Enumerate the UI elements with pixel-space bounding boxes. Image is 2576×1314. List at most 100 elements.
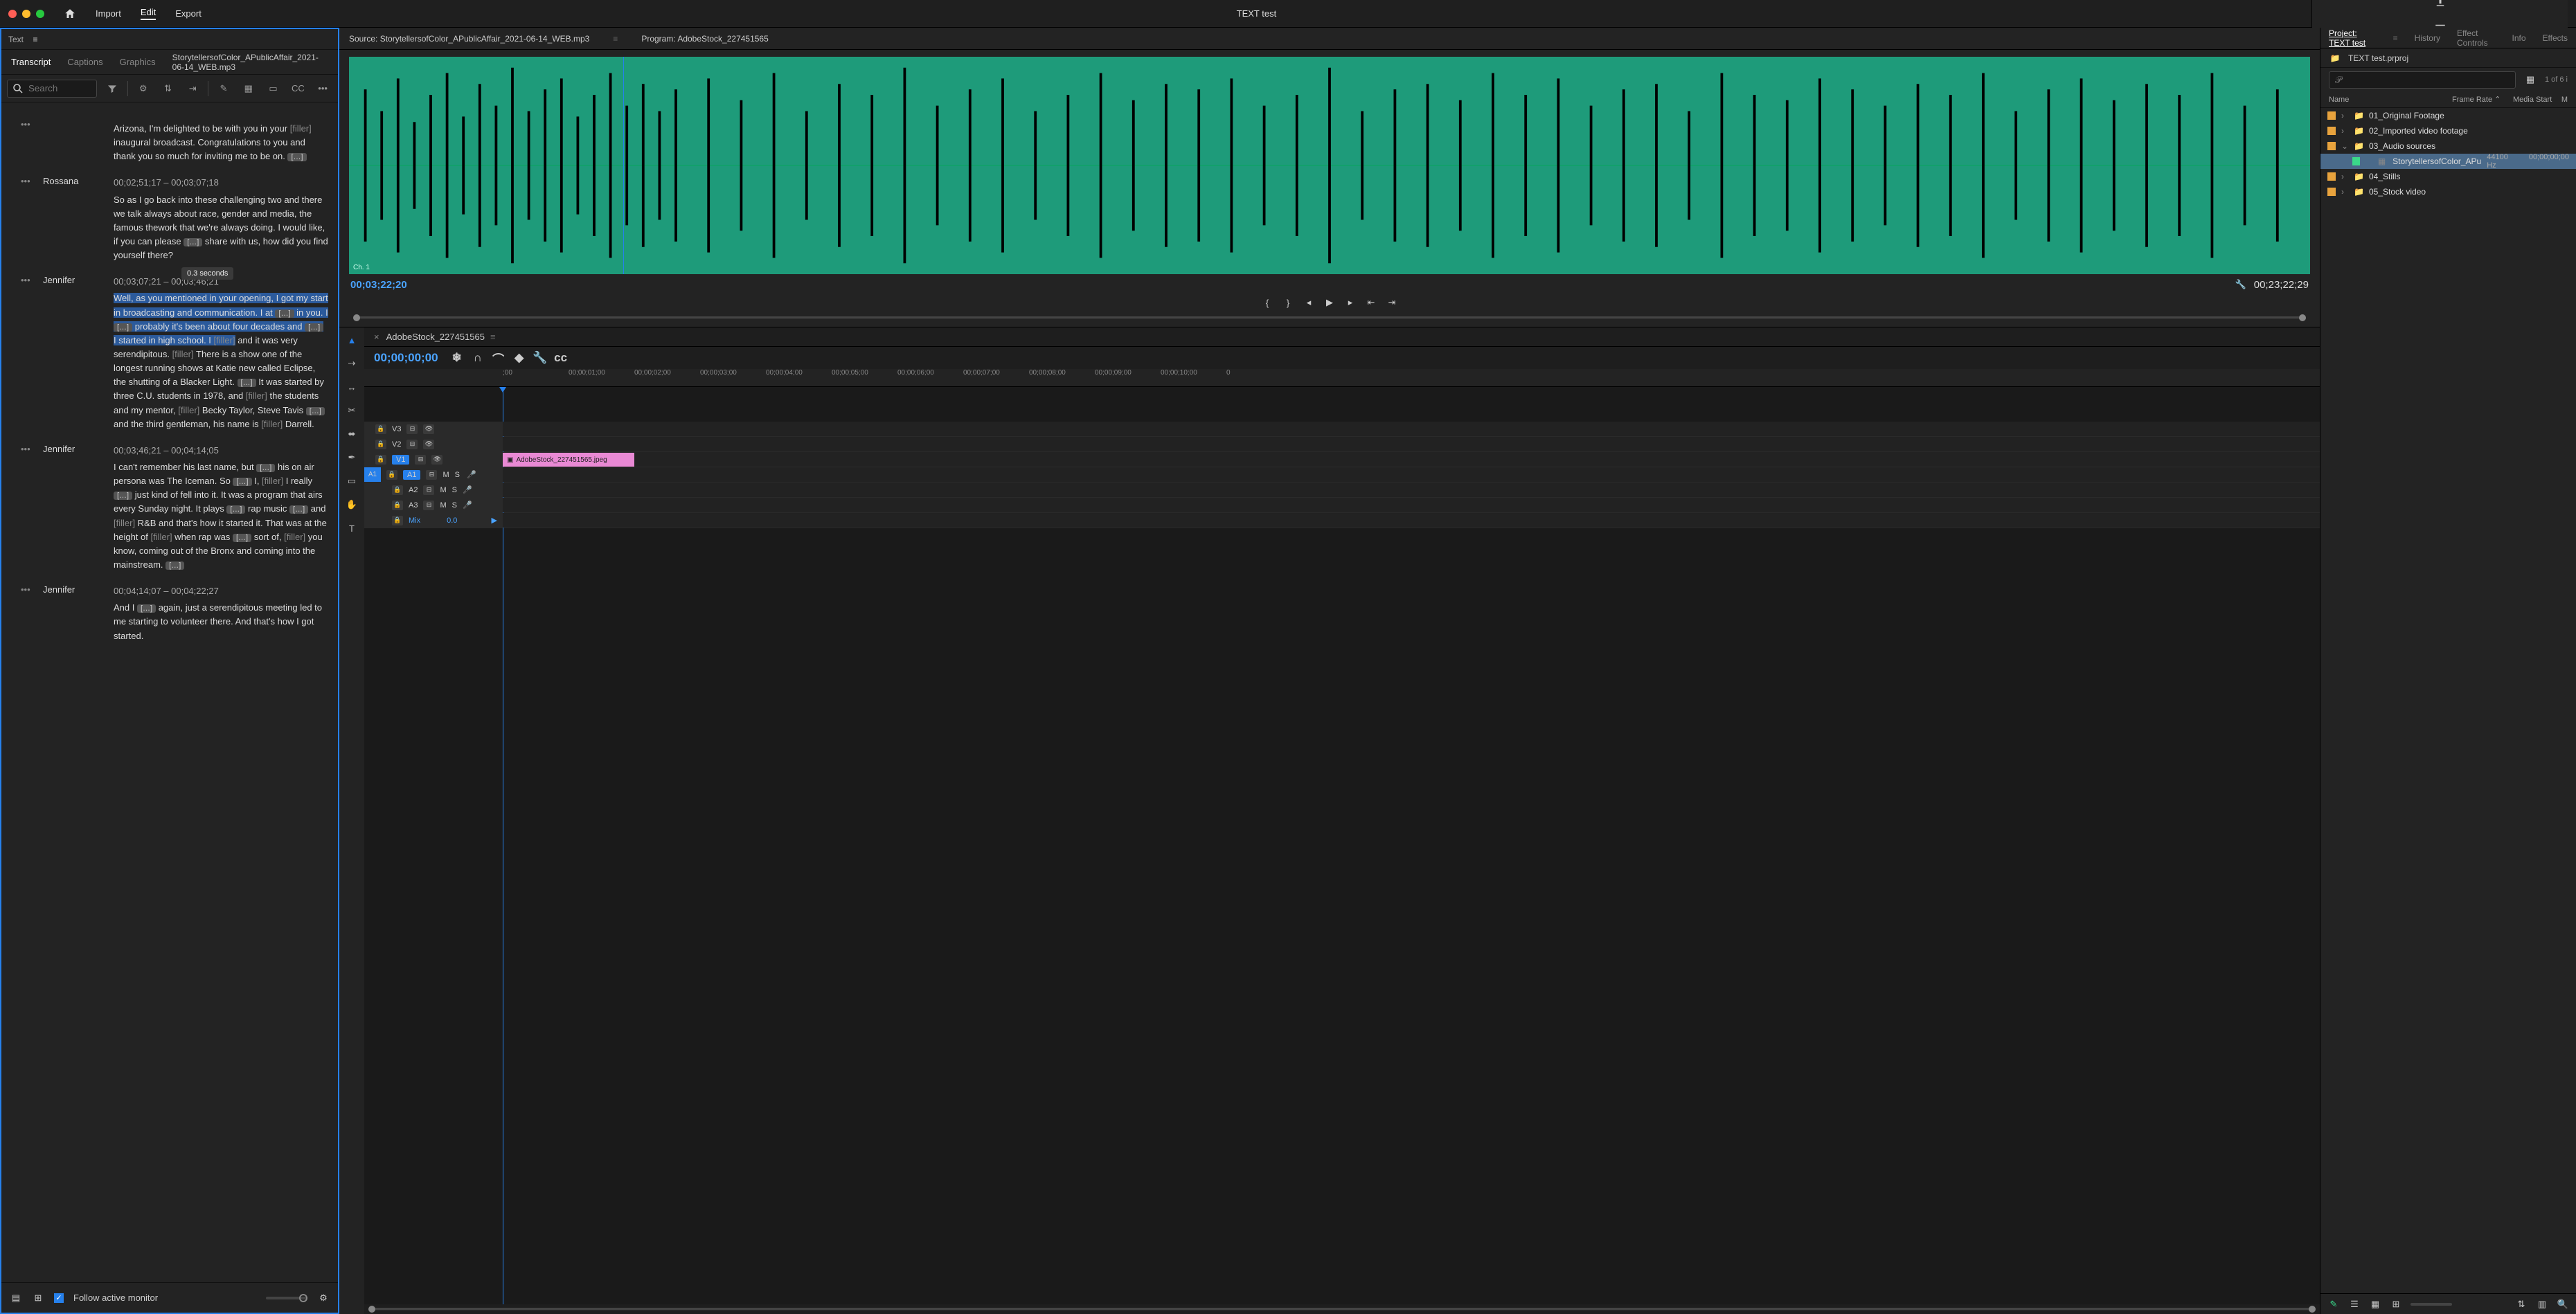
slip-tool-icon[interactable]: ⬌ [345, 427, 359, 441]
insert-icon[interactable]: ▦ [239, 79, 258, 98]
grid-view-icon[interactable]: ⊞ [32, 1292, 44, 1304]
project-bin[interactable]: ›📁01_Original Footage [2320, 108, 2576, 123]
cc-tl-icon[interactable]: cc [555, 352, 567, 364]
project-bin[interactable]: ›📁02_Imported video footage [2320, 123, 2576, 138]
list-view-icon[interactable]: ▤ [10, 1292, 22, 1304]
lock-icon[interactable]: 🔒 [375, 424, 386, 434]
link-icon[interactable]: ⌒ [492, 352, 505, 364]
search-input[interactable] [7, 80, 97, 98]
track-select-icon[interactable]: ⇢ [345, 357, 359, 370]
maximize-window[interactable] [36, 10, 44, 18]
step-fwd-icon[interactable]: ▸ [1344, 296, 1357, 309]
tab-history[interactable]: History [2415, 33, 2440, 43]
transcript-segment[interactable]: •••Jennifer00;04;14;07 – 00;04;22;27And … [21, 584, 328, 643]
insert-clip-icon[interactable]: ⇤ [1365, 296, 1377, 309]
col-mediastart[interactable]: Media Start [2513, 96, 2552, 104]
tab-project[interactable]: Project: TEXT test [2329, 28, 2377, 48]
timeline-scrollbar[interactable] [364, 1304, 2320, 1314]
edit-icon[interactable]: ✎ [214, 79, 233, 98]
sort-icon[interactable]: ⇅ [2515, 1298, 2528, 1311]
timeline-timecode[interactable]: 00;00;00;00 [374, 351, 438, 365]
tab-graphics[interactable]: Graphics [120, 57, 156, 67]
sync-lock-icon[interactable]: ⊟ [406, 424, 418, 434]
program-tab[interactable]: Program: AdobeStock_227451565 [641, 34, 768, 44]
mark-in-icon[interactable]: { [1261, 296, 1273, 309]
track-mix[interactable]: Mix [409, 516, 420, 525]
project-search[interactable] [2329, 71, 2516, 89]
track-v3[interactable]: V3 [392, 425, 401, 433]
mark-out-icon[interactable]: } [1282, 296, 1294, 309]
track-a1[interactable]: A1 [403, 470, 420, 480]
find-icon[interactable]: 🔍 [2557, 1298, 2569, 1311]
video-clip[interactable]: ▣AdobeStock_227451565.jpeg [503, 453, 634, 467]
tab-captions[interactable]: Captions [67, 57, 102, 67]
play-icon[interactable]: ▶ [1323, 296, 1336, 309]
project-bins[interactable]: ›📁01_Original Footage›📁02_Imported video… [2320, 108, 2576, 1293]
mic-icon[interactable]: 🎤 [465, 469, 478, 481]
track-a2[interactable]: A2 [409, 486, 418, 494]
wrench-icon[interactable]: 🔧 [2235, 278, 2247, 291]
home-icon[interactable] [64, 8, 76, 20]
pen-tool-icon[interactable]: ✒ [345, 451, 359, 465]
track-v2[interactable]: V2 [392, 440, 401, 449]
source-timecode[interactable]: 00;03;22;20 [350, 279, 407, 291]
zoom-slider[interactable] [266, 1297, 307, 1299]
col-m[interactable]: M [2561, 96, 2568, 104]
settings-icon-foot[interactable]: ⚙ [317, 1292, 330, 1304]
cc-icon[interactable]: CC [288, 79, 307, 98]
tab-effects[interactable]: Effects [2543, 33, 2568, 43]
merge-icon[interactable]: ⇥ [183, 79, 202, 98]
timeline-ruler[interactable]: ;0000;00;01;0000;00;02;0000;00;03;0000;0… [364, 369, 2320, 387]
menu-import[interactable]: Import [96, 8, 121, 19]
tab-info[interactable]: Info [2512, 33, 2526, 43]
replace-icon[interactable]: ⇅ [159, 79, 178, 98]
panel-menu-icon[interactable]: ≡ [29, 33, 42, 46]
ripple-edit-icon[interactable]: ↔ [345, 380, 359, 394]
close-window[interactable] [8, 10, 17, 18]
step-back-icon[interactable]: ◂ [1303, 296, 1315, 309]
marker-icon[interactable]: ◆ [513, 352, 526, 364]
eye-icon[interactable]: 👁 [423, 424, 434, 434]
overwrite-clip-icon[interactable]: ⇥ [1386, 296, 1398, 309]
freeform-icon[interactable]: ⊞ [2390, 1298, 2402, 1311]
tab-transcript[interactable]: Transcript [11, 57, 51, 67]
sequence-name[interactable]: AdobeStock_227451565 [386, 332, 485, 342]
col-name[interactable]: Name [2329, 96, 2447, 104]
menu-export[interactable]: Export [175, 8, 202, 19]
project-bin[interactable]: ›📁05_Stock video [2320, 184, 2576, 199]
track-a3[interactable]: A3 [409, 501, 418, 510]
filter-icon[interactable] [102, 79, 122, 98]
close-sequence[interactable]: × [374, 332, 379, 342]
project-bin[interactable]: ›📁04_Stills [2320, 169, 2576, 184]
transcript-segment[interactable]: •••Rossana00;02;51;17 – 00;03;07;18So as… [21, 176, 328, 262]
minimize-window[interactable] [22, 10, 30, 18]
auto-seq-icon[interactable]: ▥ [2536, 1298, 2548, 1311]
waveform[interactable]: Ch. 1 [349, 57, 2310, 274]
selection-tool-icon[interactable]: ▲ [345, 333, 359, 347]
snap-icon[interactable]: ❄ [451, 352, 463, 364]
icon-view-icon[interactable]: ▦ [2369, 1298, 2381, 1311]
more-icon[interactable]: ••• [313, 79, 332, 98]
transcript-segment[interactable]: •••Jennifer00;03;46;21 – 00;04;14;05I ca… [21, 444, 328, 572]
hand-tool-icon[interactable]: ✋ [345, 498, 359, 512]
overwrite-icon[interactable]: ▭ [264, 79, 283, 98]
thumb-zoom[interactable] [2410, 1303, 2452, 1306]
source-tab[interactable]: Source: StorytellersofColor_APublicAffai… [349, 34, 589, 44]
project-bin[interactable]: ⌄📁03_Audio sources [2320, 138, 2576, 154]
rectangle-tool-icon[interactable]: ▭ [345, 474, 359, 488]
transcript-segment[interactable]: •••Arizona, I'm delighted to be with you… [21, 119, 328, 163]
track-v1[interactable]: V1 [392, 455, 409, 465]
settings-icon[interactable]: ⚙ [134, 79, 153, 98]
source-scrollbar[interactable] [349, 313, 2310, 323]
list-icon[interactable]: ☰ [2348, 1298, 2361, 1311]
project-item[interactable]: ▦StorytellersofColor_APu44100 Hz00;00;00… [2320, 154, 2576, 169]
wrench-tl-icon[interactable]: 🔧 [534, 352, 546, 364]
tab-effect-controls[interactable]: Effect Controls [2457, 28, 2496, 48]
audio-patch-a1[interactable]: A1 [364, 467, 381, 482]
razor-tool-icon[interactable]: ✂ [345, 404, 359, 417]
pen-ctx-icon[interactable]: ✎ [2327, 1298, 2340, 1311]
magnet-icon[interactable]: ∩ [472, 352, 484, 364]
follow-checkbox[interactable]: ✓ [54, 1293, 64, 1303]
search-field[interactable] [28, 83, 91, 93]
menu-edit[interactable]: Edit [141, 7, 156, 20]
